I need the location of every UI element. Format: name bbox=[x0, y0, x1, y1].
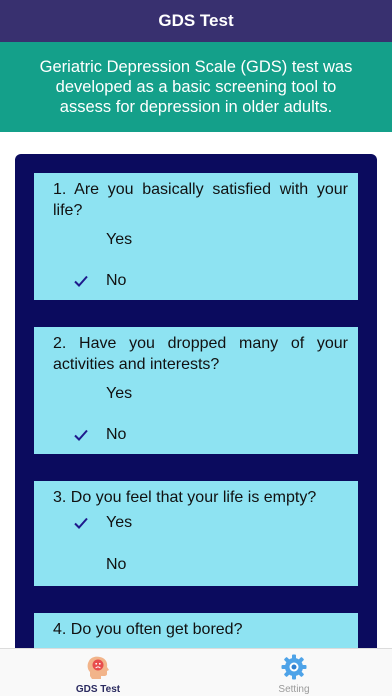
intro-text: Geriatric Depression Scale (GDS) test wa… bbox=[39, 58, 353, 116]
question-text-2: 2. Have you dropped many of your activit… bbox=[53, 335, 348, 373]
option-label: Yes bbox=[106, 231, 133, 248]
checkmark-icon bbox=[73, 427, 89, 443]
option-yes-2[interactable]: Yes bbox=[34, 379, 358, 409]
tab-bar: GDS Test Setting bbox=[0, 648, 392, 696]
question-card-1: 1. Are you basically satisfied with your… bbox=[34, 173, 358, 300]
gear-icon bbox=[280, 653, 308, 681]
question-card-3: 3. Do you feel that your life is empty? … bbox=[34, 481, 358, 586]
tab-gds-test[interactable]: GDS Test bbox=[0, 649, 196, 697]
option-yes-3[interactable]: Yes bbox=[34, 508, 358, 538]
option-label: No bbox=[106, 426, 127, 443]
intro-banner: Geriatric Depression Scale (GDS) test wa… bbox=[0, 42, 392, 132]
tab-label: GDS Test bbox=[75, 684, 121, 695]
checkmark-icon bbox=[73, 273, 89, 289]
option-label: No bbox=[106, 556, 127, 573]
option-yes-1[interactable]: Yes bbox=[34, 225, 358, 255]
option-no-1[interactable]: No bbox=[34, 266, 358, 296]
questions-panel[interactable]: 1. Are you basically satisfied with your… bbox=[15, 154, 377, 654]
option-no-3[interactable]: No bbox=[34, 550, 358, 580]
nav-bar: GDS Test bbox=[0, 0, 392, 42]
head-icon bbox=[84, 653, 112, 681]
tab-label: Setting bbox=[278, 684, 310, 695]
option-label: No bbox=[106, 272, 127, 289]
question-card-2: 2. Have you dropped many of your activit… bbox=[34, 327, 358, 454]
question-text-1: 1. Are you basically satisfied with your… bbox=[53, 181, 348, 219]
checkmark-icon bbox=[73, 515, 89, 531]
question-text-3: 3. Do you feel that your life is empty? bbox=[53, 489, 317, 506]
option-label: Yes bbox=[106, 385, 133, 402]
tab-setting[interactable]: Setting bbox=[196, 649, 392, 697]
option-no-2[interactable]: No bbox=[34, 420, 358, 450]
page-title: GDS Test bbox=[158, 11, 234, 30]
option-label: Yes bbox=[106, 514, 133, 531]
question-text-4: 4. Do you often get bored? bbox=[53, 621, 243, 638]
